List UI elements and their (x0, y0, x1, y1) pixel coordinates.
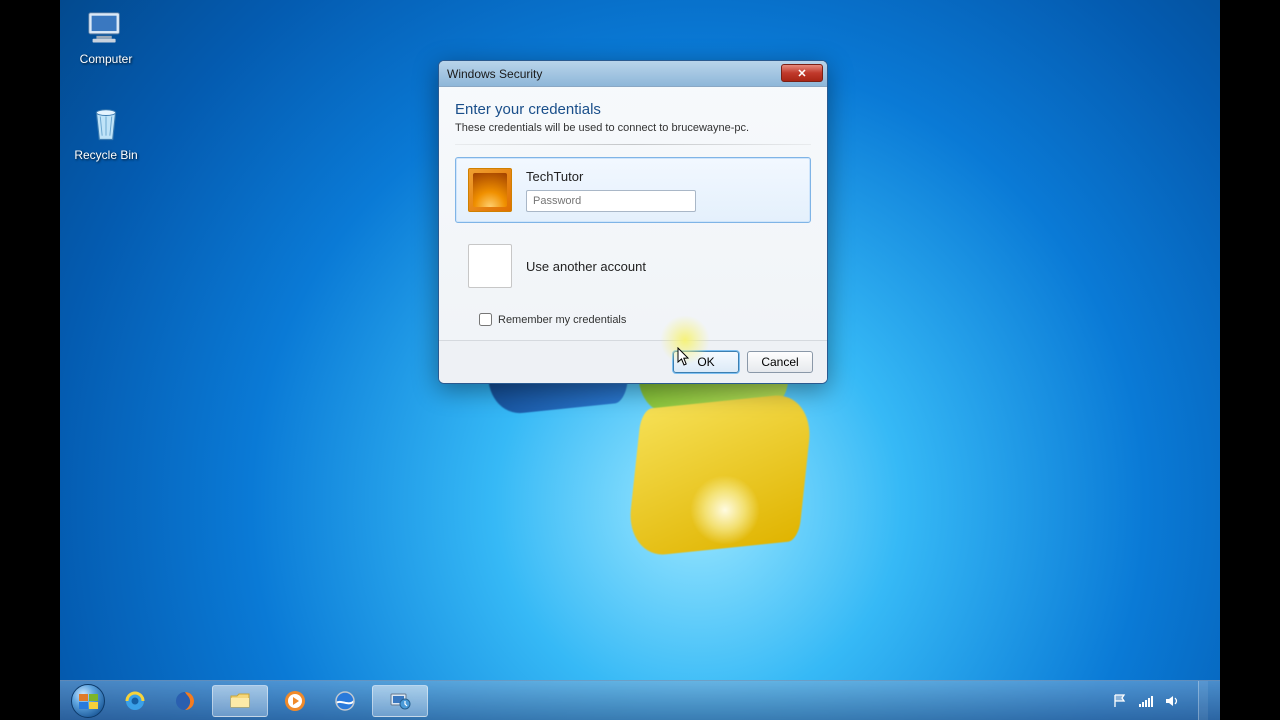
separator (455, 144, 811, 145)
dialog-heading: Enter your credentials (455, 101, 811, 118)
taskbar-item-wmp[interactable] (272, 685, 318, 717)
taskbar-item-firefox[interactable] (162, 685, 208, 717)
credential-tile-other[interactable]: Use another account (455, 233, 811, 299)
dialog-titlebar[interactable]: Windows Security ✕ (439, 61, 827, 87)
flag-icon (1112, 693, 1128, 709)
media-player-icon (283, 689, 307, 713)
close-button[interactable]: ✕ (781, 64, 823, 82)
recycle-bin-icon (83, 104, 129, 144)
mouse-cursor-icon (677, 347, 691, 367)
google-earth-icon (333, 689, 357, 713)
wifi-signal-icon (1138, 693, 1154, 709)
firefox-icon (173, 689, 197, 713)
close-icon: ✕ (797, 67, 806, 80)
cancel-button[interactable]: Cancel (747, 351, 813, 373)
credential-tile-primary[interactable]: TechTutor (455, 157, 811, 223)
dialog-footer: OK Cancel (439, 340, 827, 383)
taskbar-item-rdp[interactable] (372, 685, 428, 717)
credential-username: TechTutor (526, 169, 798, 184)
desktop-icon-label: Computer (66, 52, 146, 66)
start-button[interactable] (68, 681, 108, 720)
taskbar-item-explorer[interactable] (212, 685, 268, 717)
taskbar (60, 680, 1220, 720)
desktop-icon-computer[interactable]: Computer (66, 8, 146, 66)
desktop-icon-recycle-bin[interactable]: Recycle Bin (66, 104, 146, 162)
system-tray (1112, 681, 1212, 720)
dialog-title: Windows Security (447, 67, 542, 81)
tray-network[interactable] (1138, 693, 1154, 709)
ie-icon (123, 689, 147, 713)
windows-security-dialog: Windows Security ✕ Enter your credential… (438, 60, 828, 384)
dialog-subtext: These credentials will be used to connec… (455, 122, 811, 134)
tray-action-center[interactable] (1112, 693, 1128, 709)
desktop-icon-label: Recycle Bin (66, 148, 146, 162)
user-avatar-icon (468, 168, 512, 212)
blank-avatar-icon (468, 244, 512, 288)
computer-icon (83, 8, 129, 48)
use-another-account-label: Use another account (526, 259, 646, 274)
folder-icon (228, 689, 252, 713)
taskbar-item-ie[interactable] (112, 685, 158, 717)
tray-volume[interactable] (1164, 693, 1180, 709)
windows-orb-icon (71, 684, 105, 718)
taskbar-item-earth[interactable] (322, 685, 368, 717)
remember-credentials-label: Remember my credentials (498, 314, 626, 326)
desktop-background: Computer Recycle Bin Windows Security ✕ … (60, 0, 1220, 720)
password-input[interactable] (526, 190, 696, 212)
remember-credentials-checkbox[interactable] (479, 313, 492, 326)
speaker-icon (1164, 693, 1180, 709)
show-desktop-button[interactable] (1198, 681, 1208, 720)
remote-desktop-icon (388, 689, 412, 713)
